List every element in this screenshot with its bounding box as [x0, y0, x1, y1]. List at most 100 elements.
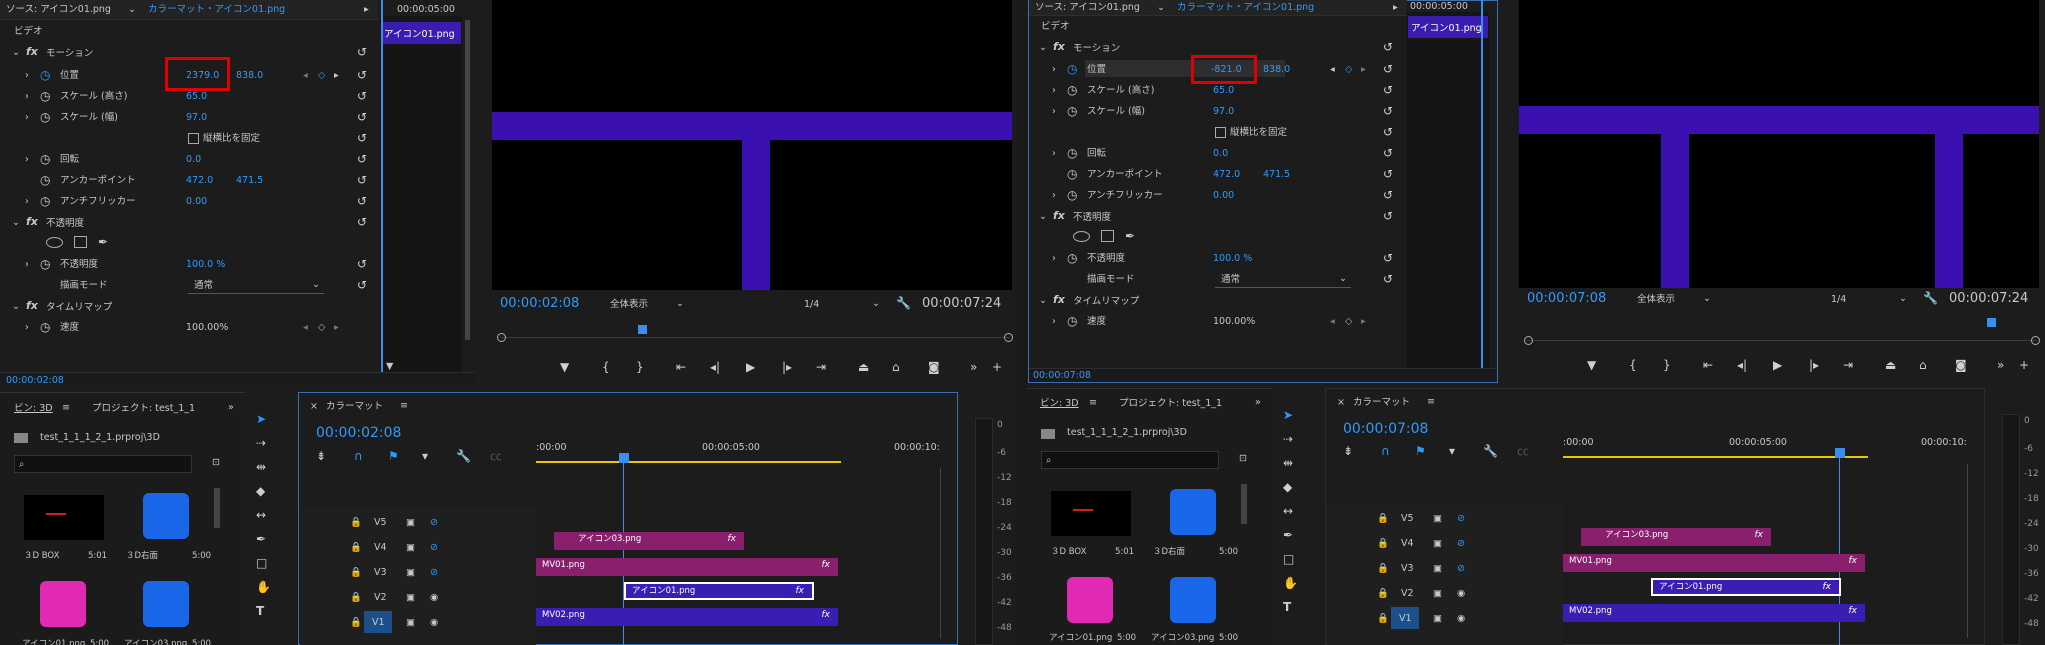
chevron-right-icon[interactable]: › — [1052, 189, 1056, 203]
reset-icon[interactable]: ↺ — [1383, 167, 1393, 181]
tab-bin[interactable]: ビン: 3D — [1040, 397, 1079, 411]
chevron-down-icon[interactable]: ⌄ — [676, 297, 684, 311]
play-icon[interactable]: ▶ — [1773, 358, 1782, 372]
stopwatch-icon[interactable]: ◷ — [1067, 314, 1077, 328]
clip-v1[interactable]: MV02.png fx — [1563, 604, 1865, 622]
magnet-icon[interactable]: ∩ — [1381, 444, 1390, 458]
add-button-icon[interactable]: + — [2019, 358, 2029, 372]
lock-icon[interactable]: 🔒 — [350, 541, 362, 555]
mini-clip[interactable]: アイコン01.png — [381, 22, 461, 44]
add-marker-icon[interactable]: ▾ — [422, 449, 428, 463]
anchor-x-value[interactable]: 472.0 — [1213, 168, 1240, 182]
stopwatch-icon[interactable]: ◷ — [40, 68, 50, 82]
timeline-title[interactable]: カラーマット — [1353, 396, 1410, 410]
timeline-title[interactable]: カラーマット — [326, 400, 383, 414]
menu-icon[interactable]: ≡ — [400, 399, 408, 413]
razor-icon[interactable]: ◆ — [1283, 480, 1292, 494]
eye-icon[interactable]: ◉ — [1457, 612, 1465, 626]
menu-icon[interactable]: ≡ — [62, 401, 70, 415]
eye-icon[interactable]: ◉ — [430, 616, 438, 630]
magnet-icon[interactable]: ∩ — [354, 449, 363, 463]
linked-selection-icon[interactable]: ⚑ — [388, 449, 399, 463]
clip-v2[interactable]: アイコン01.png fx — [624, 582, 814, 600]
lift-icon[interactable]: ⏏ — [1885, 358, 1896, 372]
clip-v4[interactable]: アイコン03.png fx — [554, 532, 744, 550]
timeline-scrollbar[interactable] — [940, 468, 946, 638]
chevron-down-icon[interactable]: ⌄ — [1039, 210, 1047, 224]
chevron-right-icon[interactable]: › — [25, 195, 29, 209]
film-icon[interactable]: ▣ — [1433, 537, 1442, 551]
tab-source[interactable]: ソース: アイコン01.png — [1035, 1, 1140, 15]
reset-icon[interactable]: ↺ — [357, 89, 367, 103]
type-icon[interactable]: T — [1283, 600, 1291, 614]
film-icon[interactable]: ▣ — [1433, 612, 1442, 626]
play-triangle-icon[interactable]: ▸ — [364, 3, 369, 17]
rect-mask-icon[interactable] — [1101, 230, 1114, 242]
close-icon[interactable]: × — [1337, 396, 1345, 410]
nest-icon[interactable]: ⇟ — [316, 449, 326, 463]
go-to-out-icon[interactable]: ⇥ — [816, 360, 826, 374]
program-playhead[interactable] — [1987, 318, 1996, 327]
ellipse-mask-icon[interactable] — [46, 237, 63, 248]
eye-off-icon[interactable]: ⊘ — [1457, 512, 1465, 526]
camera-icon[interactable]: ◙ — [1955, 358, 1967, 372]
program-timecode[interactable]: 00:00:02:08 — [500, 297, 579, 311]
go-to-in-icon[interactable]: ⇤ — [676, 360, 686, 374]
thumb-3dbox[interactable] — [24, 495, 104, 540]
more-panels-icon[interactable]: » — [1255, 396, 1261, 410]
lock-icon[interactable]: 🔒 — [1377, 587, 1389, 601]
add-marker-icon[interactable]: ▾ — [1449, 444, 1455, 458]
anchor-x-value[interactable]: 472.0 — [186, 174, 213, 188]
program-monitor-viewport[interactable] — [1519, 0, 2039, 288]
lock-icon[interactable]: 🔒 — [350, 591, 362, 605]
play-triangle-icon[interactable]: ▸ — [1393, 1, 1398, 15]
mark-out-icon[interactable]: } — [1663, 358, 1671, 372]
uniform-scale-checkbox[interactable] — [188, 133, 199, 144]
reset-icon[interactable]: ↺ — [357, 194, 367, 208]
go-to-out-icon[interactable]: ⇥ — [1843, 358, 1853, 372]
stopwatch-icon[interactable]: ◷ — [40, 89, 50, 103]
more-panels-icon[interactable]: » — [228, 401, 234, 415]
reset-icon[interactable]: ↺ — [1383, 272, 1393, 286]
pen-icon[interactable]: ✒ — [1283, 528, 1293, 542]
stopwatch-icon[interactable]: ◷ — [1067, 188, 1077, 202]
project-search-input[interactable]: ⌕ — [1041, 451, 1219, 469]
chevron-right-icon[interactable]: › — [1052, 252, 1056, 266]
opacity-value[interactable]: 100.0 % — [1213, 252, 1252, 266]
wrench-icon[interactable]: 🔧 — [456, 449, 471, 463]
film-icon[interactable]: ▣ — [1433, 587, 1442, 601]
clip-v1[interactable]: MV02.png fx — [536, 608, 838, 626]
ec-playhead[interactable] — [1481, 0, 1483, 380]
work-area-bar[interactable] — [536, 461, 841, 463]
stopwatch-icon[interactable]: ◷ — [1067, 83, 1077, 97]
chevron-down-icon[interactable]: ⌄ — [1703, 292, 1711, 306]
step-back-icon[interactable]: ◂| — [1737, 358, 1747, 372]
thumb-3d-right[interactable] — [1170, 489, 1216, 535]
wrench-icon[interactable]: 🔧 — [1923, 291, 1938, 305]
next-keyframe-icon[interactable]: ▸ — [1361, 315, 1366, 329]
rectangle-icon[interactable]: □ — [256, 556, 267, 570]
prev-keyframe-icon[interactable]: ◂ — [303, 321, 308, 335]
add-marker-icon[interactable]: ▼ — [560, 360, 569, 374]
tab-clip[interactable]: カラーマット・アイコン01.png — [1177, 1, 1314, 15]
timeline-timecode[interactable]: 00:00:02:08 — [316, 426, 401, 440]
program-scrub-bar[interactable] — [500, 337, 1010, 338]
chevron-right-icon[interactable]: › — [1052, 105, 1056, 119]
step-back-icon[interactable]: ◂| — [710, 360, 720, 374]
thumb-icon01[interactable] — [40, 581, 86, 627]
eye-off-icon[interactable]: ⊘ — [430, 541, 438, 555]
type-icon[interactable]: T — [256, 604, 264, 618]
reset-icon[interactable]: ↺ — [1383, 188, 1393, 202]
chevron-right-icon[interactable]: › — [25, 69, 29, 83]
timeline-scrollbar[interactable] — [1967, 464, 1973, 638]
rect-mask-icon[interactable] — [74, 236, 87, 248]
work-area-bar[interactable] — [1563, 456, 1868, 458]
uniform-scale-checkbox[interactable] — [1215, 127, 1226, 138]
chevron-right-icon[interactable]: › — [1052, 63, 1056, 77]
stopwatch-icon[interactable]: ◷ — [1067, 251, 1077, 265]
lock-icon[interactable]: 🔒 — [1377, 512, 1389, 526]
eye-icon[interactable]: ◉ — [430, 591, 438, 605]
slip-icon[interactable]: ↔ — [1283, 504, 1293, 518]
chevron-down-icon[interactable]: ⌄ — [1157, 1, 1165, 15]
reset-icon[interactable]: ↺ — [357, 131, 367, 145]
